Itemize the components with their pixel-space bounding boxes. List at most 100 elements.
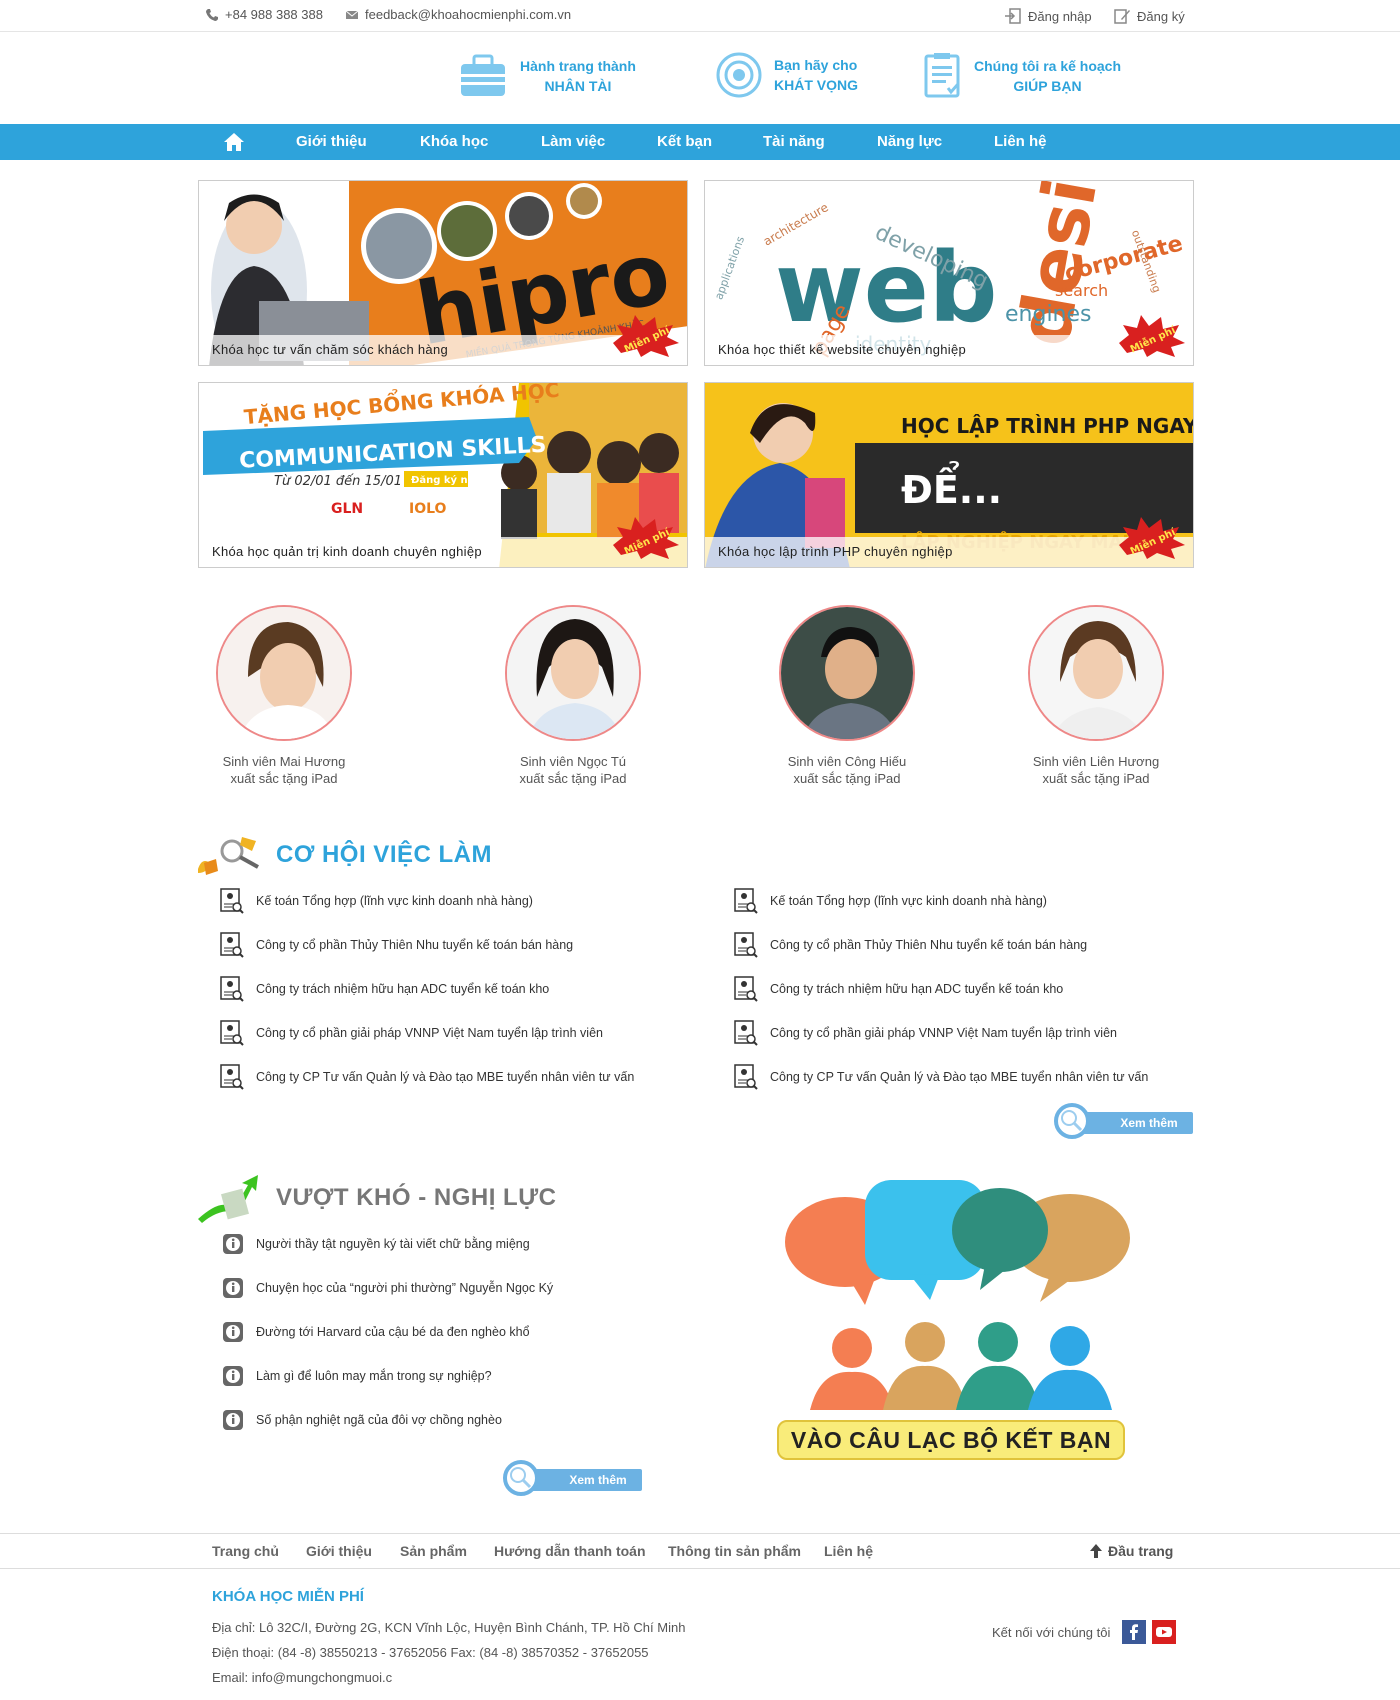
magnifier-icon [503, 1460, 539, 1496]
main-nav: Giới thiệu Khóa học Làm việc Kết bạn Tài… [0, 124, 1400, 160]
student-card[interactable]: Sinh viên Công Hiếu xuất sắc tặng iPad [747, 605, 947, 787]
page: +84 988 388 388 feedback@khoahocmienphi.… [0, 0, 1400, 1700]
list-item[interactable]: Công ty CP Tư vấn Quản lý và Đào tạo MBE… [220, 1064, 634, 1090]
banner-communication-skills[interactable]: TẶNG HỌC BỔNG KHÓA HỌC COMMUNICATION SKI… [198, 382, 688, 568]
banner-web-design[interactable]: web design corporate engines developing … [704, 180, 1194, 366]
social-links: Kết nối với chúng tôi [992, 1620, 1177, 1644]
info-icon [223, 1278, 243, 1298]
footer-link-gioi-thieu[interactable]: Giới thiệu [306, 1534, 372, 1568]
avatar [505, 605, 641, 741]
article-title: Chuyện học của “người phi thường” Nguyễn… [256, 1281, 554, 1295]
document-icon [734, 976, 758, 1002]
list-item[interactable]: Người thầy tật nguyền ký tài viết chữ bằ… [222, 1233, 530, 1255]
job-search-icon [198, 837, 259, 875]
join-club-button[interactable]: VÀO CÂU LẠC BỘ KẾT BẠN [777, 1420, 1125, 1460]
student-name: Sinh viên Liên Hương xuất sắc tặng iPad [996, 753, 1196, 787]
document-icon [220, 976, 244, 1002]
friends-club-illustration [785, 1180, 1130, 1410]
student-line1: Sinh viên Công Hiếu [787, 754, 907, 769]
register-link[interactable]: Đăng ký [1113, 7, 1185, 25]
document-icon [734, 1064, 758, 1090]
feature-line1: Chúng tôi ra kế hoạch [974, 58, 1122, 74]
list-item[interactable]: Làm gì để luôn may mắn trong sự nghiệp? [222, 1365, 492, 1387]
student-card[interactable]: Sinh viên Mai Hương xuất sắc tặng iPad [184, 605, 384, 787]
comm-date: Từ 02/01 đến 15/01 [274, 474, 402, 489]
footer-link-lien-he[interactable]: Liên hệ [824, 1534, 873, 1568]
free-badge-icon: Miễn phí [613, 517, 679, 559]
hardship-more-button[interactable]: Xem thêm [502, 1459, 642, 1497]
feature-line1: Bạn hãy cho [774, 57, 858, 73]
home-icon[interactable] [222, 130, 246, 154]
footer-link-thong-tin[interactable]: Thông tin sản phẩm [668, 1534, 801, 1568]
list-item[interactable]: Công ty trách nhiệm hữu hạn ADC tuyển kế… [220, 976, 549, 1002]
list-item[interactable]: Công ty cổ phần giải pháp VNNP Việt Nam … [220, 1020, 603, 1046]
document-icon [220, 1064, 244, 1090]
feature-row: Hành trang thành NHÂN TÀI Bạn hãy cho KH… [0, 52, 1400, 112]
hardship-header: VƯỢT KHÓ - NGHỊ LỰC [196, 1173, 556, 1223]
footer-link-san-pham[interactable]: Sản phẩm [400, 1534, 467, 1568]
login-link[interactable]: Đăng nhập [1004, 7, 1092, 25]
list-item[interactable]: Đường tới Harvard của cậu bé da đen nghè… [222, 1321, 530, 1343]
feature-suitcase: Hành trang thành NHÂN TÀI [458, 52, 636, 100]
nav-item-khoa-hoc[interactable]: Khóa học [420, 124, 488, 160]
document-icon [220, 888, 244, 914]
footer-link-huong-dan[interactable]: Hướng dẫn thanh toán [494, 1534, 646, 1568]
list-item[interactable]: Chuyện học của “người phi thường” Nguyễn… [222, 1277, 553, 1299]
nav-item-lam-viec[interactable]: Làm việc [541, 124, 605, 160]
job-title: Công ty CP Tư vấn Quản lý và Đào tạo MBE… [770, 1070, 1149, 1084]
facebook-icon[interactable] [1122, 1620, 1147, 1644]
job-title: Kế toán Tổng hợp (lĩnh vực kinh doanh nh… [256, 894, 533, 908]
login-icon [1005, 8, 1021, 24]
student-card[interactable]: Sinh viên Ngọc Tú xuất sắc tặng iPad [473, 605, 673, 787]
nav-item-tai-nang[interactable]: Tài năng [763, 124, 825, 160]
back-to-top-label: Đầu trang [1108, 1543, 1174, 1559]
footer-link-trang-chu[interactable]: Trang chủ [212, 1534, 279, 1568]
list-item[interactable]: Số phận nghiệt ngã của đôi vợ chồng nghè… [222, 1409, 502, 1431]
youtube-icon[interactable] [1152, 1620, 1177, 1644]
jobs-more-button[interactable]: Xem thêm [1053, 1102, 1193, 1140]
magnifier-icon [1054, 1103, 1090, 1139]
list-item[interactable]: Công ty CP Tư vấn Quản lý và Đào tạo MBE… [734, 1064, 1148, 1090]
comm-logo1: GLN [331, 501, 363, 517]
article-title: Số phận nghiệt ngã của đôi vợ chồng nghè… [256, 1413, 502, 1427]
footer-title: KHÓA HỌC MIỄN PHÍ [212, 1588, 364, 1605]
edit-icon [1114, 9, 1130, 24]
student-card[interactable]: Sinh viên Liên Hương xuất sắc tặng iPad [996, 605, 1196, 787]
job-title: Công ty cổ phần Thủy Thiên Nhu tuyển kế … [256, 938, 574, 952]
job-title: Công ty trách nhiệm hữu hạn ADC tuyển kế… [256, 982, 550, 996]
growth-arrow-icon [198, 1175, 258, 1223]
document-icon [220, 932, 244, 958]
clipboard-icon [924, 53, 960, 98]
back-to-top-link[interactable]: Đầu trang [1090, 1534, 1173, 1568]
banner-php[interactable]: HỌC LẬP TRÌNH PHP NGAY HÔM NAY ĐỂ... LẬP… [704, 382, 1194, 568]
document-icon [734, 888, 758, 914]
student-name: Sinh viên Ngọc Tú xuất sắc tặng iPad [473, 753, 673, 787]
info-icon [223, 1366, 243, 1386]
document-icon [220, 1020, 244, 1046]
list-item[interactable]: Công ty cổ phần Thủy Thiên Nhu tuyển kế … [220, 932, 573, 958]
hardship-title: VƯỢT KHÓ - NGHỊ LỰC [276, 1184, 557, 1211]
list-item[interactable]: Công ty cổ phần giải pháp VNNP Việt Nam … [734, 1020, 1117, 1046]
arrow-up-icon [1090, 1544, 1102, 1558]
list-item[interactable]: Kế toán Tổng hợp (lĩnh vực kinh doanh nh… [734, 888, 1047, 914]
avatar [1028, 605, 1164, 741]
student-name: Sinh viên Công Hiếu xuất sắc tặng iPad [747, 753, 947, 787]
banner-customer-service[interactable]: hipro MIỀN QUÀ TRONG TỪNG KHOẢNH KHẮC Kh… [198, 180, 688, 366]
list-item[interactable]: Công ty trách nhiệm hữu hạn ADC tuyển kế… [734, 976, 1063, 1002]
phone-contact[interactable]: +84 988 388 388 [205, 7, 323, 22]
target-icon [716, 52, 762, 98]
nav-item-gioi-thieu[interactable]: Giới thiệu [296, 124, 367, 160]
nav-item-ket-ban[interactable]: Kết bạn [657, 124, 712, 160]
feature-target: Bạn hãy cho KHÁT VỌNG [716, 52, 858, 98]
feature-text: Hành trang thành NHÂN TÀI [520, 56, 636, 96]
email-text: feedback@khoahocmienphi.com.vn [365, 7, 572, 22]
list-item[interactable]: Kế toán Tổng hợp (lĩnh vực kinh doanh nh… [220, 888, 533, 914]
job-title: Công ty cổ phần giải pháp VNNP Việt Nam … [770, 1026, 1117, 1040]
list-item[interactable]: Công ty cổ phần Thủy Thiên Nhu tuyển kế … [734, 932, 1087, 958]
register-label: Đăng ký [1137, 8, 1185, 24]
nav-item-lien-he[interactable]: Liên hệ [994, 124, 1047, 160]
email-contact[interactable]: feedback@khoahocmienphi.com.vn [345, 7, 571, 22]
info-icon [223, 1234, 243, 1254]
job-title: Công ty cổ phần giải pháp VNNP Việt Nam … [256, 1026, 603, 1040]
nav-item-nang-luc[interactable]: Năng lực [877, 124, 942, 160]
